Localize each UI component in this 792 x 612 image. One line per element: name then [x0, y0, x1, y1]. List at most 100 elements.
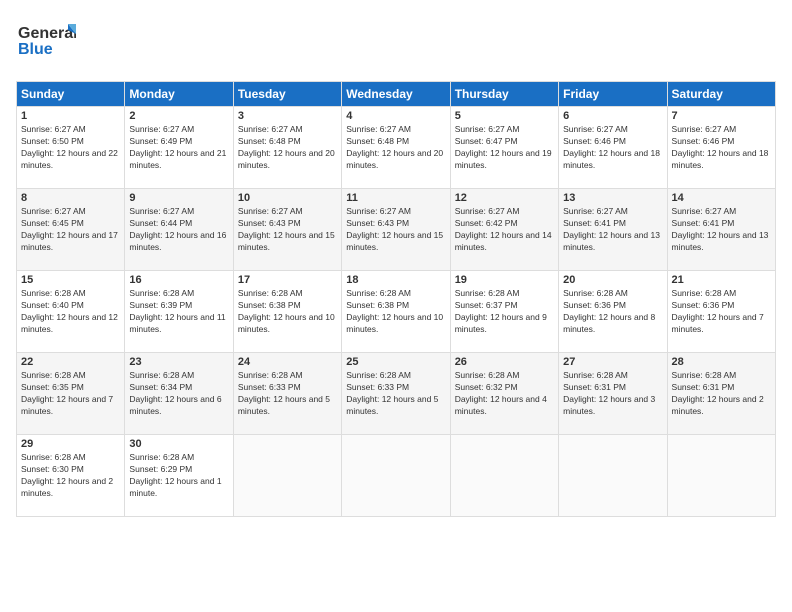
day-number: 7 — [672, 110, 771, 122]
calendar-day-cell: 17 Sunrise: 6:28 AMSunset: 6:38 PMDayligh… — [233, 271, 341, 353]
day-number: 29 — [21, 438, 120, 450]
calendar-day-cell: 10 Sunrise: 6:27 AMSunset: 6:43 PMDayligh… — [233, 189, 341, 271]
calendar-day-cell: 26 Sunrise: 6:28 AMSunset: 6:32 PMDayligh… — [450, 353, 558, 435]
day-number: 5 — [455, 110, 554, 122]
day-number: 15 — [21, 274, 120, 286]
day-info: Sunrise: 6:28 AMSunset: 6:36 PMDaylight:… — [563, 288, 662, 336]
calendar-day-cell: 29 Sunrise: 6:28 AMSunset: 6:30 PMDayligh… — [17, 435, 125, 517]
day-info: Sunrise: 6:27 AMSunset: 6:50 PMDaylight:… — [21, 124, 120, 172]
day-number: 25 — [346, 356, 445, 368]
day-number: 22 — [21, 356, 120, 368]
calendar-day-cell: 13Sunrise: 6:27 AMSunset: 6:41 PMDayligh… — [559, 189, 667, 271]
day-info: Sunrise: 6:27 AMSunset: 6:44 PMDaylight:… — [129, 206, 228, 254]
day-info: Sunrise: 6:27 AMSunset: 6:43 PMDaylight:… — [238, 206, 337, 254]
day-number: 12 — [455, 192, 554, 204]
calendar-day-cell: 14 Sunrise: 6:27 AMSunset: 6:41 PMDayligh… — [667, 189, 775, 271]
day-number: 28 — [672, 356, 771, 368]
day-info: Sunrise: 6:28 AMSunset: 6:38 PMDaylight:… — [346, 288, 445, 336]
day-info: Sunrise: 6:28 AMSunset: 6:31 PMDaylight:… — [563, 370, 662, 418]
day-number: 11 — [346, 192, 445, 204]
day-number: 3 — [238, 110, 337, 122]
day-number: 2 — [129, 110, 228, 122]
day-number: 16 — [129, 274, 228, 286]
calendar-table: Sunday Monday Tuesday Wednesday Thursday… — [16, 81, 776, 517]
calendar-day-cell: 2 Sunrise: 6:27 AMSunset: 6:49 PMDaylight… — [125, 107, 233, 189]
calendar-day-cell: 19 Sunrise: 6:28 AMSunset: 6:37 PMDayligh… — [450, 271, 558, 353]
header-thursday: Thursday — [450, 82, 558, 107]
calendar-day-cell: 7Sunrise: 6:27 AMSunset: 6:46 PMDaylight… — [667, 107, 775, 189]
day-number: 23 — [129, 356, 228, 368]
day-number: 27 — [563, 356, 662, 368]
day-info: Sunrise: 6:28 AMSunset: 6:33 PMDaylight:… — [346, 370, 445, 418]
day-number: 21 — [672, 274, 771, 286]
calendar-week-row: 15 Sunrise: 6:28 AMSunset: 6:40 PMDayligh… — [17, 271, 776, 353]
day-info: Sunrise: 6:27 AMSunset: 6:45 PMDaylight:… — [21, 206, 120, 254]
day-info: Sunrise: 6:28 AMSunset: 6:29 PMDaylight:… — [129, 452, 228, 500]
day-number: 4 — [346, 110, 445, 122]
day-number: 14 — [672, 192, 771, 204]
header-saturday: Saturday — [667, 82, 775, 107]
day-info: Sunrise: 6:27 AMSunset: 6:41 PMDaylight:… — [672, 206, 771, 254]
calendar-day-cell: 11Sunrise: 6:27 AMSunset: 6:43 PMDayligh… — [342, 189, 450, 271]
day-number: 18 — [346, 274, 445, 286]
calendar-day-cell: 30 Sunrise: 6:28 AMSunset: 6:29 PMDayligh… — [125, 435, 233, 517]
day-number: 30 — [129, 438, 228, 450]
day-info: Sunrise: 6:28 AMSunset: 6:33 PMDaylight:… — [238, 370, 337, 418]
calendar-day-cell: 21 Sunrise: 6:28 AMSunset: 6:36 PMDayligh… — [667, 271, 775, 353]
logo: General Blue — [16, 16, 76, 71]
day-number: 17 — [238, 274, 337, 286]
calendar-day-cell: 3 Sunrise: 6:27 AMSunset: 6:48 PMDaylight… — [233, 107, 341, 189]
header-monday: Monday — [125, 82, 233, 107]
day-number: 20 — [563, 274, 662, 286]
day-info: Sunrise: 6:28 AMSunset: 6:38 PMDaylight:… — [238, 288, 337, 336]
calendar-week-row: 29 Sunrise: 6:28 AMSunset: 6:30 PMDayligh… — [17, 435, 776, 517]
day-info: Sunrise: 6:28 AMSunset: 6:31 PMDaylight:… — [672, 370, 771, 418]
calendar-day-cell: 23 Sunrise: 6:28 AMSunset: 6:34 PMDayligh… — [125, 353, 233, 435]
calendar-day-cell: 6Sunrise: 6:27 AMSunset: 6:46 PMDaylight… — [559, 107, 667, 189]
calendar-day-cell: 15 Sunrise: 6:28 AMSunset: 6:40 PMDayligh… — [17, 271, 125, 353]
header-sunday: Sunday — [17, 82, 125, 107]
day-info: Sunrise: 6:28 AMSunset: 6:40 PMDaylight:… — [21, 288, 120, 336]
day-number: 19 — [455, 274, 554, 286]
day-info: Sunrise: 6:27 AMSunset: 6:48 PMDaylight:… — [346, 124, 445, 172]
day-number: 24 — [238, 356, 337, 368]
calendar-day-cell: 25 Sunrise: 6:28 AMSunset: 6:33 PMDayligh… — [342, 353, 450, 435]
calendar-header-row: Sunday Monday Tuesday Wednesday Thursday… — [17, 82, 776, 107]
calendar-day-cell: 16Sunrise: 6:28 AMSunset: 6:39 PMDayligh… — [125, 271, 233, 353]
day-info: Sunrise: 6:28 AMSunset: 6:32 PMDaylight:… — [455, 370, 554, 418]
day-info: Sunrise: 6:27 AMSunset: 6:49 PMDaylight:… — [129, 124, 228, 172]
calendar-week-row: 8 Sunrise: 6:27 AMSunset: 6:45 PMDaylight… — [17, 189, 776, 271]
day-number: 9 — [129, 192, 228, 204]
day-number: 26 — [455, 356, 554, 368]
logo-icon: General Blue — [16, 16, 76, 66]
calendar-day-cell: 18 Sunrise: 6:28 AMSunset: 6:38 PMDayligh… — [342, 271, 450, 353]
calendar-day-cell: 8 Sunrise: 6:27 AMSunset: 6:45 PMDaylight… — [17, 189, 125, 271]
day-info: Sunrise: 6:27 AMSunset: 6:42 PMDaylight:… — [455, 206, 554, 254]
day-number: 8 — [21, 192, 120, 204]
calendar-day-cell: 9 Sunrise: 6:27 AMSunset: 6:44 PMDaylight… — [125, 189, 233, 271]
calendar-day-cell — [233, 435, 341, 517]
header-tuesday: Tuesday — [233, 82, 341, 107]
day-number: 1 — [21, 110, 120, 122]
day-info: Sunrise: 6:28 AMSunset: 6:36 PMDaylight:… — [672, 288, 771, 336]
calendar-day-cell: 20 Sunrise: 6:28 AMSunset: 6:36 PMDayligh… — [559, 271, 667, 353]
day-info: Sunrise: 6:28 AMSunset: 6:37 PMDaylight:… — [455, 288, 554, 336]
day-info: Sunrise: 6:27 AMSunset: 6:46 PMDaylight:… — [563, 124, 662, 172]
calendar-day-cell: 27 Sunrise: 6:28 AMSunset: 6:31 PMDayligh… — [559, 353, 667, 435]
calendar-week-row: 1 Sunrise: 6:27 AMSunset: 6:50 PMDaylight… — [17, 107, 776, 189]
day-info: Sunrise: 6:28 AMSunset: 6:34 PMDaylight:… — [129, 370, 228, 418]
calendar-day-cell: 24 Sunrise: 6:28 AMSunset: 6:33 PMDayligh… — [233, 353, 341, 435]
day-info: Sunrise: 6:28 AMSunset: 6:35 PMDaylight:… — [21, 370, 120, 418]
day-info: Sunrise: 6:27 AMSunset: 6:48 PMDaylight:… — [238, 124, 337, 172]
day-info: Sunrise: 6:27 AMSunset: 6:41 PMDaylight:… — [563, 206, 662, 254]
calendar-day-cell: 28 Sunrise: 6:28 AMSunset: 6:31 PMDayligh… — [667, 353, 775, 435]
day-info: Sunrise: 6:28 AMSunset: 6:30 PMDaylight:… — [21, 452, 120, 500]
calendar-day-cell — [667, 435, 775, 517]
calendar-day-cell: 1 Sunrise: 6:27 AMSunset: 6:50 PMDaylight… — [17, 107, 125, 189]
day-info: Sunrise: 6:27 AMSunset: 6:47 PMDaylight:… — [455, 124, 554, 172]
calendar-day-cell — [450, 435, 558, 517]
calendar-day-cell: 22 Sunrise: 6:28 AMSunset: 6:35 PMDayligh… — [17, 353, 125, 435]
calendar-week-row: 22 Sunrise: 6:28 AMSunset: 6:35 PMDayligh… — [17, 353, 776, 435]
page-header: General Blue — [16, 16, 776, 71]
day-number: 10 — [238, 192, 337, 204]
